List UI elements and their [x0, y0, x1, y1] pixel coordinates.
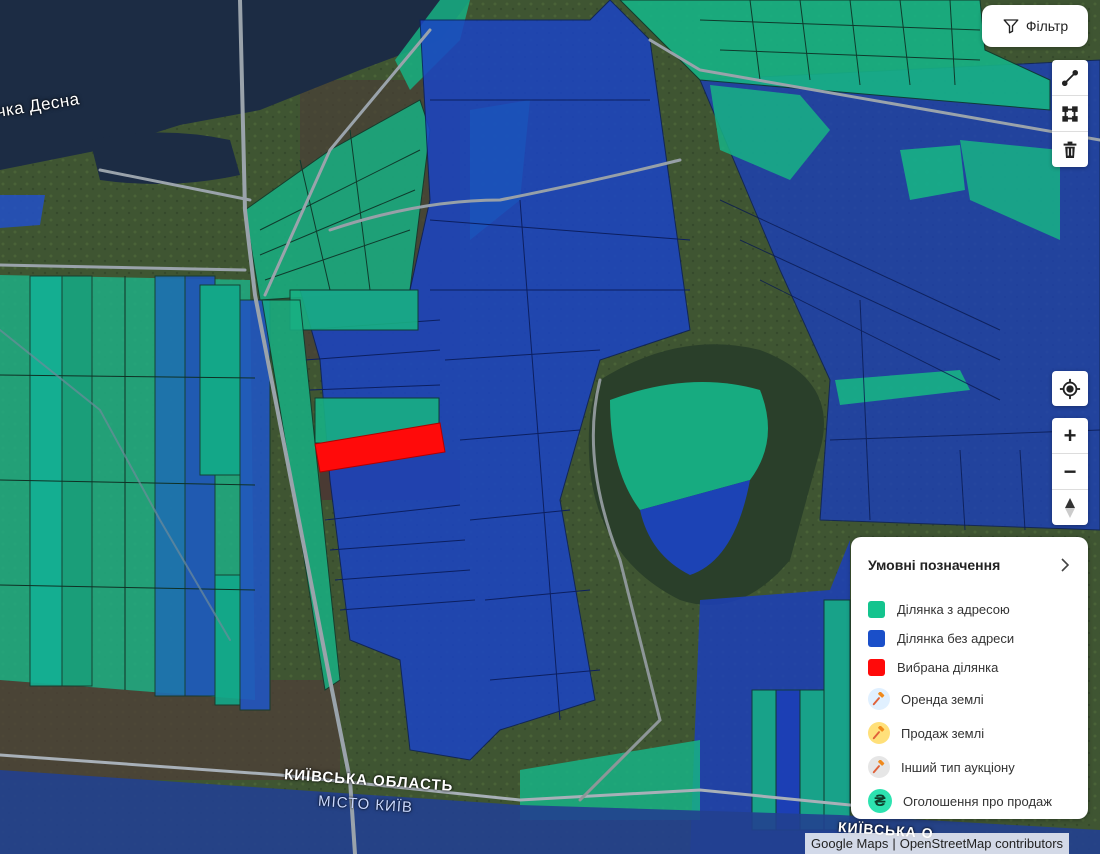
- crosshair-icon: [1059, 378, 1081, 399]
- trash-icon: [1063, 141, 1077, 158]
- map-attribution: Google Maps | OpenStreetMap contributors: [805, 833, 1070, 854]
- legend-item: Інший тип аукціону: [868, 750, 1070, 784]
- filter-button[interactable]: Фільтр: [982, 5, 1088, 47]
- blue-strip-left: [0, 195, 45, 228]
- locate-button[interactable]: [1052, 371, 1088, 406]
- auction-hammer-icon: [868, 688, 890, 710]
- legend-item: Ділянка з адресою: [868, 595, 1070, 624]
- legend-item-label: Інший тип аукціону: [901, 759, 1015, 775]
- draw-line-button[interactable]: [1052, 60, 1088, 96]
- draw-polygon-icon: [1062, 105, 1078, 122]
- attribution-separator: |: [892, 836, 896, 851]
- parcels-right-green-2: [900, 145, 965, 200]
- auction-hammer-icon: [868, 756, 890, 778]
- legend-item: Продаж землі: [868, 716, 1070, 750]
- legend-list: Ділянка з адресою Ділянка без адреси Виб…: [868, 595, 1070, 818]
- parcel-green-row: [289, 289, 419, 331]
- zoom-in-button[interactable]: +: [1052, 418, 1088, 454]
- compass-icon: [1065, 497, 1075, 518]
- legend-item-label: Ділянка з адресою: [897, 602, 1010, 617]
- chevron-right-icon: [1061, 558, 1070, 572]
- swatch-blue: [868, 630, 885, 647]
- pond: [90, 132, 240, 184]
- legend-item-label: Оренда землі: [901, 691, 984, 707]
- legend-panel: Умовні позначення Ділянка з адресою Діля…: [851, 537, 1088, 819]
- swatch-green: [868, 601, 885, 618]
- hryvnia-icon: ₴: [868, 789, 892, 813]
- osm-link[interactable]: OpenStreetMap contributors: [900, 836, 1063, 851]
- swatch-red: [868, 659, 885, 676]
- legend-header[interactable]: Умовні позначення: [868, 553, 1070, 577]
- draw-line-icon: [1061, 69, 1079, 86]
- legend-item: Оренда землі: [868, 682, 1070, 716]
- auction-hammer-icon: [868, 722, 890, 744]
- legend-item: ₴ Оголошення про продаж: [868, 784, 1070, 818]
- zoom-control: + −: [1052, 418, 1088, 525]
- delete-button[interactable]: [1052, 132, 1088, 167]
- compass-button[interactable]: [1052, 490, 1088, 525]
- google-maps-link[interactable]: Google Maps: [811, 836, 888, 851]
- plus-icon: +: [1063, 422, 1077, 448]
- legend-title: Умовні позначення: [868, 557, 1001, 573]
- filter-label: Фільтр: [1025, 18, 1069, 34]
- legend-item-label: Оголошення про продаж: [903, 793, 1052, 809]
- draw-polygon-button[interactable]: [1052, 96, 1088, 132]
- locate-control: [1052, 371, 1088, 406]
- draw-toolbar: [1052, 60, 1088, 167]
- zoom-out-button[interactable]: −: [1052, 454, 1088, 490]
- legend-item: Вибрана ділянка: [868, 653, 1070, 682]
- minus-icon: −: [1063, 458, 1077, 484]
- legend-item-label: Ділянка без адреси: [897, 631, 1015, 646]
- legend-item-label: Продаж землі: [901, 725, 985, 741]
- legend-item-label: Вибрана ділянка: [897, 660, 999, 675]
- filter-icon: [1003, 19, 1019, 34]
- legend-item: Ділянка без адреси: [868, 624, 1070, 653]
